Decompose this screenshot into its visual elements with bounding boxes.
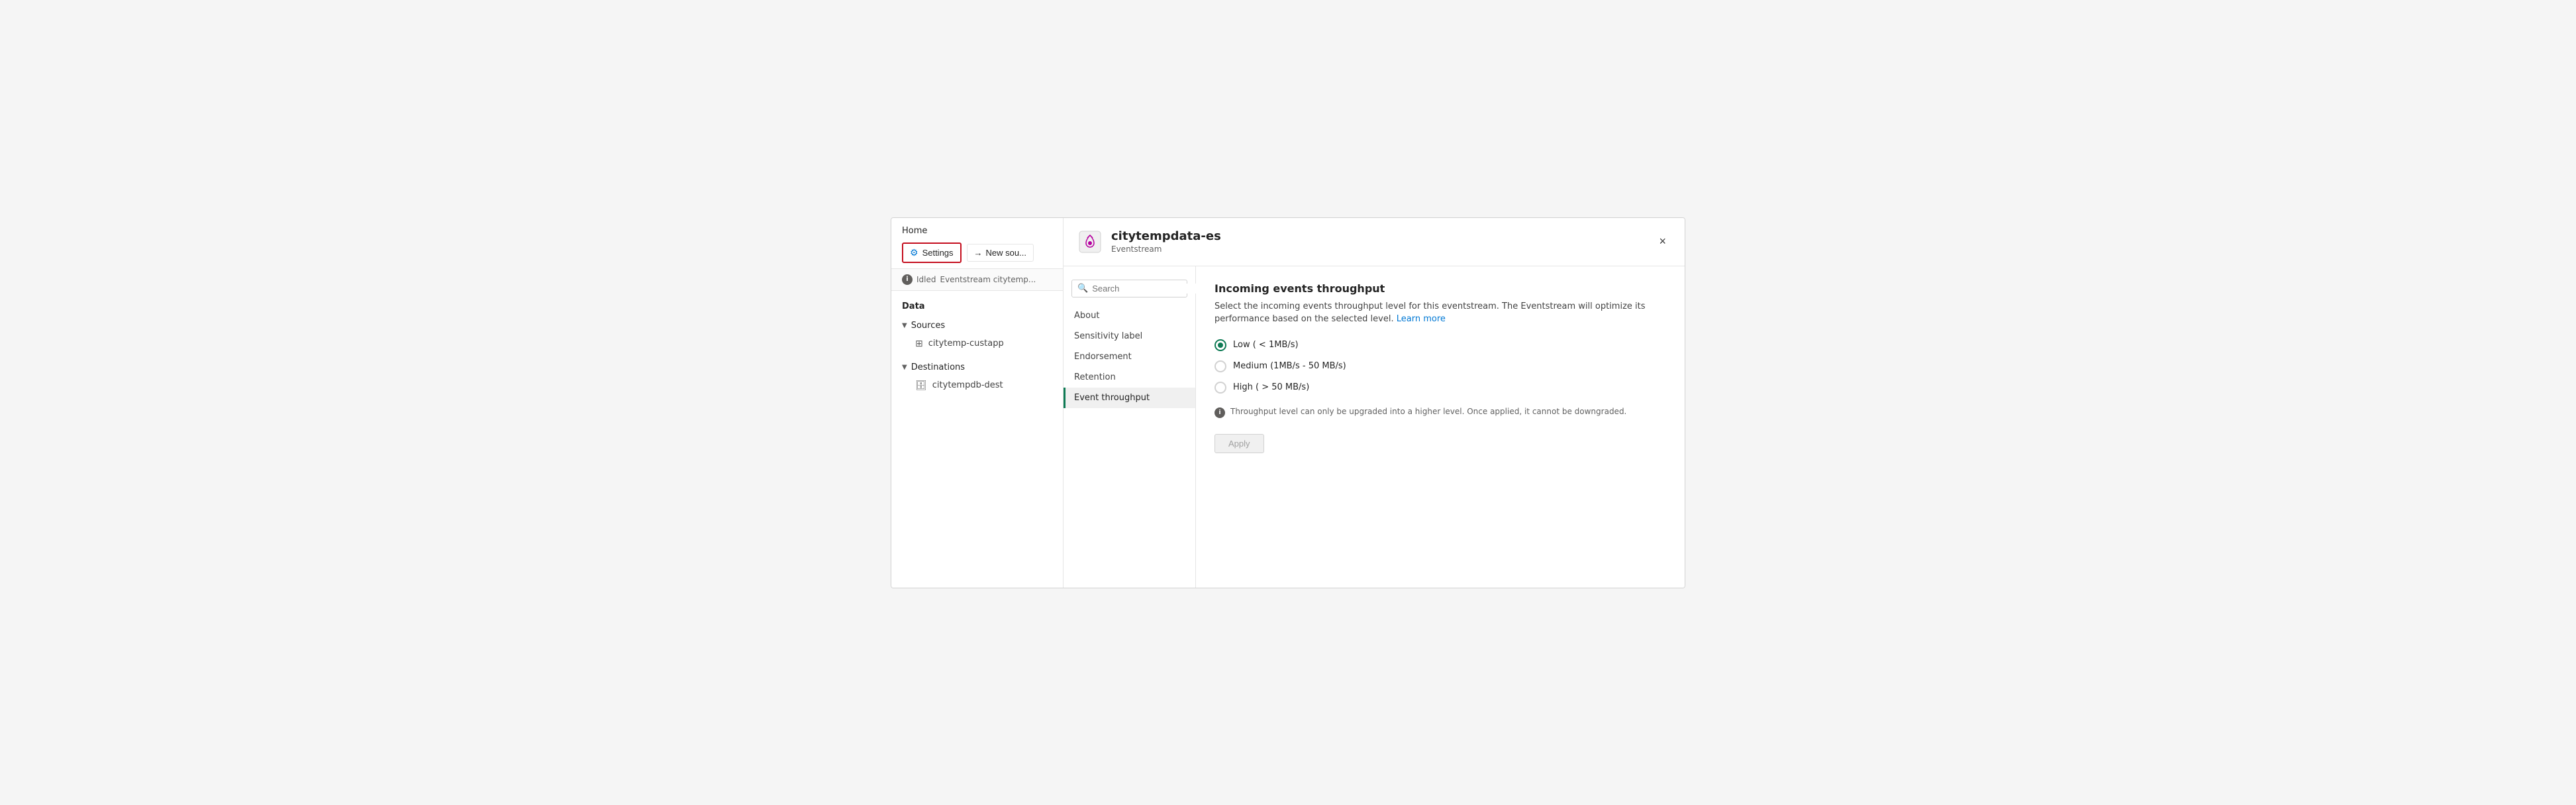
dialog-icon [1077, 229, 1103, 255]
dialog-content: Incoming events throughput Select the in… [1196, 266, 1685, 588]
dialog-body: 🔍 About Sensitivity label Endorsement [1064, 266, 1685, 588]
destinations-label: Destinations [911, 362, 965, 372]
radio-label-medium: Medium (1MB/s - 50 MB/s) [1233, 361, 1346, 371]
status-state: Idled [916, 275, 936, 284]
dialog-nav: 🔍 About Sensitivity label Endorsement [1064, 266, 1196, 588]
destinations-item-db[interactable]: 🗄 citytempdb-dest [891, 376, 1063, 395]
status-icon: i [902, 274, 913, 285]
dialog-header: citytempdata-es Eventstream × [1064, 218, 1685, 266]
nav-item-about[interactable]: About [1064, 305, 1195, 326]
app-container: Home ⚙ Settings → New sou... i Idled Eve… [891, 217, 1685, 588]
content-title: Incoming events throughput [1214, 282, 1666, 295]
radio-circle-medium [1214, 360, 1226, 372]
database-icon: 🗄 [915, 380, 927, 391]
sidebar-header: Home ⚙ Settings → New sou... [891, 218, 1063, 269]
dialog-title: citytempdata-es [1111, 229, 1221, 243]
radio-dot-low [1218, 343, 1223, 348]
search-icon: 🔍 [1077, 284, 1088, 294]
destinations-item-label: citytempdb-dest [932, 380, 1003, 390]
destinations-header[interactable]: ▼ Destinations [891, 358, 1063, 376]
destinations-group: ▼ Destinations 🗄 citytempdb-dest [891, 358, 1063, 395]
gear-icon: ⚙ [910, 247, 918, 258]
nav-item-sensitivity[interactable]: Sensitivity label [1064, 326, 1195, 347]
sources-chevron: ▼ [902, 322, 907, 329]
home-label: Home [902, 226, 1052, 236]
radio-label-low: Low ( < 1MB/s) [1233, 340, 1299, 350]
new-source-button[interactable]: → New sou... [967, 244, 1034, 262]
sidebar-content: Data ▼ Sources ⊞ citytemp-custapp ▼ Dest… [891, 291, 1063, 588]
radio-high[interactable]: High ( > 50 MB/s) [1214, 382, 1666, 394]
dialog-subtitle: Eventstream [1111, 244, 1221, 254]
status-description: Eventstream citytemp... [940, 275, 1036, 284]
content-description: Select the incoming events throughput le… [1214, 300, 1666, 326]
sources-header[interactable]: ▼ Sources [891, 317, 1063, 335]
radio-circle-low [1214, 339, 1226, 351]
nav-item-retention[interactable]: Retention [1064, 367, 1195, 388]
sources-group: ▼ Sources ⊞ citytemp-custapp [891, 317, 1063, 353]
destinations-chevron: ▼ [902, 364, 907, 371]
nav-search-box[interactable]: 🔍 [1071, 280, 1187, 297]
dialog-nav-search: 🔍 [1064, 274, 1195, 305]
warning-note: i Throughput level can only be upgraded … [1214, 407, 1666, 418]
settings-button[interactable]: ⚙ Settings [902, 242, 962, 263]
nav-item-event-throughput[interactable]: Event throughput [1064, 388, 1195, 408]
toolbar-row: ⚙ Settings → New sou... [902, 242, 1052, 263]
radio-circle-high [1214, 382, 1226, 394]
settings-label: Settings [922, 248, 954, 258]
radio-label-high: High ( > 50 MB/s) [1233, 382, 1309, 392]
sidebar: Home ⚙ Settings → New sou... i Idled Eve… [891, 218, 1064, 588]
sources-label: Sources [911, 321, 945, 331]
arrow-right-icon: → [974, 248, 983, 258]
main-panel: citytempdata-es Eventstream × 🔍 [1064, 218, 1685, 588]
nav-item-endorsement[interactable]: Endorsement [1064, 347, 1195, 367]
sources-item-label: citytemp-custapp [928, 339, 1004, 349]
learn-more-link[interactable]: Learn more [1397, 314, 1446, 324]
dialog-title-group: citytempdata-es Eventstream [1111, 229, 1221, 254]
search-input[interactable] [1092, 284, 1209, 294]
warning-text: Throughput level can only be upgraded in… [1230, 407, 1626, 416]
new-source-label: New sou... [986, 248, 1026, 258]
apply-button[interactable]: Apply [1214, 434, 1264, 453]
radio-low[interactable]: Low ( < 1MB/s) [1214, 339, 1666, 351]
info-icon: i [1214, 407, 1225, 418]
radio-group: Low ( < 1MB/s) Medium (1MB/s - 50 MB/s) … [1214, 339, 1666, 394]
status-bar: i Idled Eventstream citytemp... [891, 269, 1063, 291]
table-icon: ⊞ [915, 339, 923, 349]
data-section-label: Data [891, 299, 1063, 317]
radio-medium[interactable]: Medium (1MB/s - 50 MB/s) [1214, 360, 1666, 372]
close-button[interactable]: × [1654, 232, 1671, 251]
settings-dialog: citytempdata-es Eventstream × 🔍 [1064, 218, 1685, 588]
sources-item-custapp[interactable]: ⊞ citytemp-custapp [891, 335, 1063, 353]
